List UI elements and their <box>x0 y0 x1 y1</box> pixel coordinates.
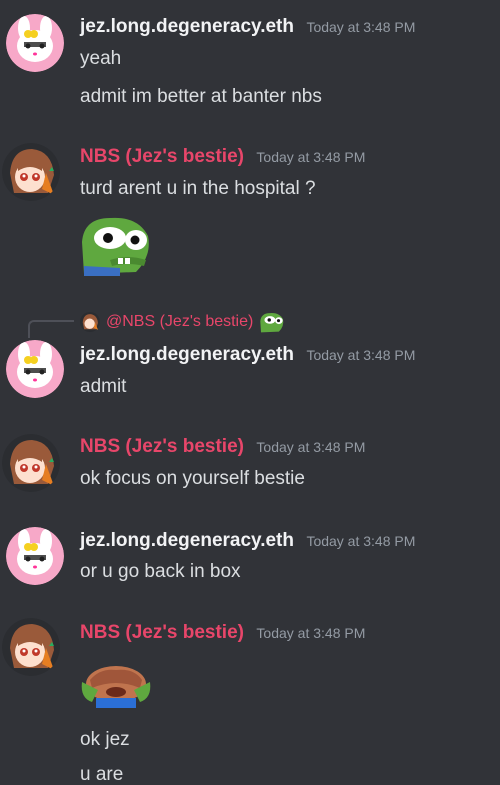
timestamp: Today at 3:48 PM <box>306 19 416 35</box>
my-melody-avatar-icon[interactable] <box>6 340 64 398</box>
timestamp: Today at 3:48 PM <box>306 347 416 363</box>
anime-girl-avatar-icon[interactable] <box>2 618 60 676</box>
anime-girl-avatar-icon <box>80 312 100 332</box>
username[interactable]: jez.long.degeneracy.eth <box>80 344 294 365</box>
message-text: admit <box>80 376 127 397</box>
timestamp: Today at 3:48 PM <box>256 149 366 165</box>
my-melody-avatar-icon[interactable] <box>6 14 64 72</box>
pepe-wide-eyes-emoji[interactable] <box>80 212 152 281</box>
reply-preview[interactable]: @NBS (Jez's bestie) <box>80 310 285 334</box>
pepe-small-emoji <box>260 313 284 333</box>
message-text: yeah <box>80 48 122 69</box>
peepo-cry-emoji[interactable] <box>80 662 152 713</box>
message-text: u are <box>80 764 124 785</box>
message-text: ok focus on yourself bestie <box>80 468 305 489</box>
username[interactable]: NBS (Jez's bestie) <box>80 436 244 457</box>
my-melody-avatar-icon[interactable] <box>6 527 64 585</box>
message-text: ok jez <box>80 729 130 750</box>
timestamp: Today at 3:48 PM <box>256 439 366 455</box>
anime-girl-avatar-icon[interactable] <box>2 434 60 492</box>
reply-mention[interactable]: @NBS (Jez's bestie) <box>106 313 253 331</box>
message-text: or u go back in box <box>80 561 241 582</box>
username[interactable]: NBS (Jez's bestie) <box>80 622 244 643</box>
message-text: admit im better at banter nbs <box>80 86 322 107</box>
timestamp: Today at 3:48 PM <box>256 625 366 641</box>
username[interactable]: jez.long.degeneracy.eth <box>80 16 294 37</box>
chat-message-list[interactable]: jez.long.degeneracy.eth Today at 3:48 PM… <box>0 0 500 785</box>
username[interactable]: NBS (Jez's bestie) <box>80 146 244 167</box>
timestamp: Today at 3:48 PM <box>306 533 416 549</box>
message-text: turd arent u in the hospital ? <box>80 178 316 199</box>
anime-girl-avatar-icon[interactable] <box>2 143 60 201</box>
username[interactable]: jez.long.degeneracy.eth <box>80 530 294 551</box>
reply-connector <box>28 320 74 338</box>
